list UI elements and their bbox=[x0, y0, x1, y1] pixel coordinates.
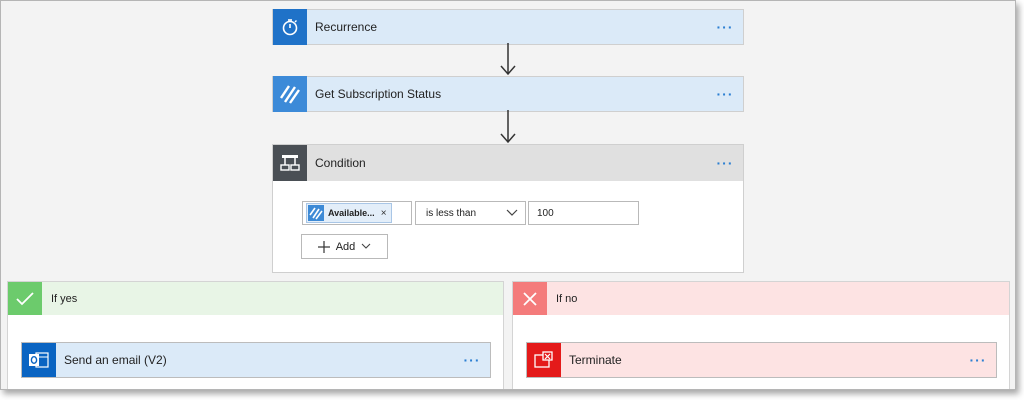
recurrence-card[interactable]: Recurrence ··· bbox=[272, 9, 744, 45]
send-email-title: Send an email (V2) bbox=[64, 353, 167, 367]
arrow-down-icon bbox=[500, 43, 516, 76]
plus-icon bbox=[317, 240, 330, 253]
recurrence-header[interactable]: Recurrence ··· bbox=[273, 9, 743, 45]
get-subscription-status-header[interactable]: Get Subscription Status ··· bbox=[273, 76, 743, 112]
send-email-action[interactable]: Send an email (V2) ··· bbox=[21, 342, 491, 378]
if-yes-header[interactable]: If yes bbox=[8, 282, 503, 315]
get-subscription-status-card[interactable]: Get Subscription Status ··· bbox=[272, 76, 744, 112]
if-yes-label: If yes bbox=[51, 292, 78, 305]
condition-more-button[interactable]: ··· bbox=[707, 155, 743, 171]
condition-value-field[interactable]: 100 bbox=[528, 201, 639, 225]
operator-value: is less than bbox=[426, 207, 477, 219]
condition-operator-select[interactable]: is less than bbox=[415, 201, 526, 225]
chevron-down-icon bbox=[506, 209, 518, 216]
stripes-connector-icon bbox=[273, 76, 307, 112]
terminate-title: Terminate bbox=[569, 353, 622, 367]
flow-canvas: Recurrence ··· Get Subscription Status ·… bbox=[0, 0, 1016, 390]
condition-header[interactable]: Condition ··· bbox=[273, 145, 743, 181]
if-yes-branch: If yes Send an email (V2) ··· bbox=[7, 281, 504, 389]
chevron-down-icon bbox=[361, 243, 371, 249]
get-subscription-status-more-button[interactable]: ··· bbox=[707, 86, 743, 102]
send-email-more-button[interactable]: ··· bbox=[454, 352, 490, 368]
condition-value: 100 bbox=[537, 207, 554, 219]
condition-card: Condition ··· Available... × is less tha… bbox=[272, 144, 744, 273]
if-no-label: If no bbox=[556, 292, 578, 305]
get-subscription-status-title: Get Subscription Status bbox=[315, 87, 442, 101]
close-icon bbox=[513, 282, 547, 315]
terminate-action[interactable]: Terminate ··· bbox=[526, 342, 997, 378]
outlook-icon bbox=[22, 343, 56, 377]
if-no-header[interactable]: If no bbox=[513, 282, 1009, 315]
stopwatch-icon bbox=[273, 9, 307, 45]
terminate-more-button[interactable]: ··· bbox=[960, 352, 996, 368]
arrow-down-icon bbox=[500, 110, 516, 144]
condition-left-operand[interactable]: Available... × bbox=[302, 201, 412, 225]
checkmark-icon bbox=[8, 282, 42, 315]
dynamic-content-token[interactable]: Available... × bbox=[306, 203, 392, 223]
if-no-branch: If no Terminate ··· bbox=[512, 281, 1010, 389]
terminate-icon bbox=[527, 343, 561, 377]
condition-icon bbox=[273, 145, 307, 181]
add-label: Add bbox=[335, 240, 356, 253]
recurrence-more-button[interactable]: ··· bbox=[707, 19, 743, 35]
token-label: Available... bbox=[328, 208, 375, 218]
recurrence-title: Recurrence bbox=[315, 20, 378, 34]
stripes-connector-icon bbox=[308, 205, 324, 221]
add-condition-button[interactable]: Add bbox=[301, 234, 388, 259]
token-remove-button[interactable]: × bbox=[381, 208, 387, 219]
condition-title: Condition bbox=[315, 156, 366, 170]
